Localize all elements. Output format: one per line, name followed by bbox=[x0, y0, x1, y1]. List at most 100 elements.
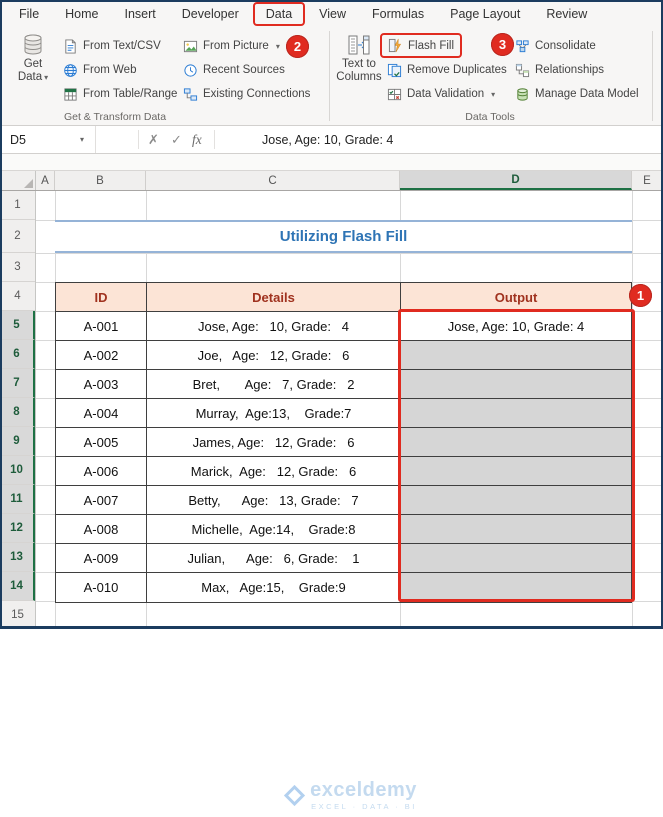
cell-id[interactable]: A-006 bbox=[56, 457, 147, 486]
cell-id[interactable]: A-005 bbox=[56, 428, 147, 457]
ribbon-tab[interactable]: Formulas bbox=[359, 2, 437, 26]
cell-output[interactable] bbox=[401, 515, 631, 544]
row-header[interactable]: 3 bbox=[0, 253, 35, 282]
cell-output[interactable] bbox=[401, 486, 631, 515]
cell-output[interactable] bbox=[401, 544, 631, 573]
remove-duplicates-button[interactable]: Remove Duplicates bbox=[384, 59, 510, 81]
group-divider bbox=[329, 31, 330, 121]
ribbon-tab[interactable]: View bbox=[306, 2, 359, 26]
cell-output[interactable] bbox=[401, 341, 631, 370]
from-table-range-button[interactable]: From Table/Range bbox=[60, 83, 180, 105]
manage-data-model-button[interactable]: Manage Data Model bbox=[512, 83, 642, 105]
select-all-corner[interactable] bbox=[0, 171, 36, 190]
cell-details[interactable]: James, Age: 12, Grade: 6 bbox=[147, 428, 401, 457]
cell-output[interactable] bbox=[401, 370, 631, 399]
cell-details[interactable]: Bret, Age: 7, Grade: 2 bbox=[147, 370, 401, 399]
column-header[interactable]: B bbox=[55, 171, 146, 190]
row-header[interactable]: 10 bbox=[0, 456, 35, 485]
column-header[interactable]: D bbox=[400, 171, 632, 190]
cell-details[interactable]: Murray, Age:13, Grade:7 bbox=[147, 399, 401, 428]
get-data-label-2: Data ▾ bbox=[17, 71, 49, 83]
cell-output[interactable] bbox=[401, 573, 631, 602]
header-cell-id[interactable]: ID bbox=[56, 283, 147, 312]
cell-id[interactable]: A-010 bbox=[56, 573, 147, 602]
from-web-label: From Web bbox=[83, 64, 137, 76]
cell-id[interactable]: A-008 bbox=[56, 515, 147, 544]
cell-id[interactable]: A-004 bbox=[56, 399, 147, 428]
cell-id[interactable]: A-003 bbox=[56, 370, 147, 399]
from-picture-button[interactable]: From Picture ▾ bbox=[180, 35, 283, 57]
flash-fill-icon bbox=[388, 38, 403, 53]
flash-fill-button[interactable]: Flash Fill bbox=[380, 33, 463, 58]
cell-details[interactable]: Michelle, Age:14, Grade:8 bbox=[147, 515, 401, 544]
sheet-title: Utilizing Flash Fill bbox=[55, 220, 632, 253]
cell-details[interactable]: Joe, Age: 12, Grade: 6 bbox=[147, 341, 401, 370]
row-header[interactable]: 15 bbox=[0, 601, 35, 629]
formula-input[interactable]: Jose, Age: 10, Grade: 4 bbox=[262, 126, 393, 153]
row-header[interactable]: 13 bbox=[0, 543, 35, 572]
ribbon-tab[interactable]: Data bbox=[252, 1, 306, 26]
row-header[interactable]: 8 bbox=[0, 398, 35, 427]
ribbon-tab[interactable]: Insert bbox=[112, 2, 169, 26]
get-data-button[interactable]: Get Data ▾ bbox=[8, 30, 58, 108]
relationships-button[interactable]: Relationships bbox=[512, 59, 607, 81]
consolidate-label: Consolidate bbox=[535, 40, 596, 52]
column-header[interactable]: C bbox=[146, 171, 400, 190]
ribbon: Get Data ▾ From Text/CSV From Web From Ta… bbox=[0, 27, 663, 126]
group-label-data-tools: Data Tools bbox=[465, 111, 515, 123]
row-header[interactable]: 11 bbox=[0, 485, 35, 514]
table-row: A-002 Joe, Age: 12, Grade: 6 bbox=[56, 341, 631, 370]
gridline bbox=[36, 253, 663, 254]
cell-output[interactable] bbox=[401, 457, 631, 486]
insert-function-icon[interactable]: fx bbox=[192, 126, 202, 153]
globe-icon bbox=[63, 63, 78, 78]
row-header[interactable]: 1 bbox=[0, 191, 35, 220]
column-header[interactable]: E bbox=[632, 171, 663, 190]
table-row: A-010 Max, Age:15, Grade:9 bbox=[56, 573, 631, 602]
from-text-csv-button[interactable]: From Text/CSV bbox=[60, 35, 164, 57]
text-to-columns-label-1: Text to bbox=[342, 58, 376, 70]
cell-details[interactable]: Julian, Age: 6, Grade: 1 bbox=[147, 544, 401, 573]
cell-details[interactable]: Betty, Age: 13, Grade: 7 bbox=[147, 486, 401, 515]
column-header[interactable]: A bbox=[36, 171, 55, 190]
cell-id[interactable]: A-007 bbox=[56, 486, 147, 515]
existing-connections-button[interactable]: Existing Connections bbox=[180, 83, 313, 105]
row-header[interactable]: 7 bbox=[0, 369, 35, 398]
row-header[interactable]: 4 bbox=[0, 282, 35, 311]
consolidate-button[interactable]: Consolidate bbox=[512, 35, 599, 57]
cancel-icon[interactable]: ✗ bbox=[148, 126, 159, 153]
cell-details[interactable]: Marick, Age: 12, Grade: 6 bbox=[147, 457, 401, 486]
ribbon-tab[interactable]: Home bbox=[52, 2, 111, 26]
cell-details[interactable]: Max, Age:15, Grade:9 bbox=[147, 573, 401, 602]
row-header[interactable]: 14 bbox=[0, 572, 35, 601]
row-header[interactable]: 6 bbox=[0, 340, 35, 369]
name-box[interactable]: D5 ▾ bbox=[0, 126, 96, 153]
cell-id[interactable]: A-009 bbox=[56, 544, 147, 573]
row-header[interactable]: 2 bbox=[0, 220, 35, 253]
cell-details[interactable]: Jose, Age: 10, Grade: 4 bbox=[147, 312, 401, 341]
cell-output[interactable] bbox=[401, 428, 631, 457]
ribbon-tab[interactable]: Page Layout bbox=[437, 2, 533, 26]
chevron-down-icon: ▾ bbox=[275, 41, 280, 51]
header-cell-output[interactable]: Output bbox=[401, 283, 631, 312]
enter-icon[interactable]: ✓ bbox=[171, 126, 182, 153]
header-cell-details[interactable]: Details bbox=[147, 283, 401, 312]
text-to-columns-button[interactable]: Text to Columns bbox=[334, 30, 384, 108]
data-validation-button[interactable]: Data Validation ▾ bbox=[384, 83, 498, 105]
ribbon-tab[interactable]: Developer bbox=[169, 2, 252, 26]
ribbon-tab[interactable]: Review bbox=[533, 2, 600, 26]
from-web-button[interactable]: From Web bbox=[60, 59, 139, 81]
cell-output[interactable] bbox=[401, 399, 631, 428]
data-validation-label: Data Validation bbox=[407, 88, 485, 100]
cell-id[interactable]: A-001 bbox=[56, 312, 147, 341]
recent-sources-button[interactable]: Recent Sources bbox=[180, 59, 288, 81]
cell-id[interactable]: A-002 bbox=[56, 341, 147, 370]
table-row: A-006 Marick, Age: 12, Grade: 6 bbox=[56, 457, 631, 486]
cell-output[interactable]: Jose, Age: 10, Grade: 4 bbox=[401, 312, 631, 341]
row-header[interactable]: 9 bbox=[0, 427, 35, 456]
ribbon-tab[interactable]: File bbox=[6, 2, 52, 26]
row-header[interactable]: 12 bbox=[0, 514, 35, 543]
connections-icon bbox=[183, 87, 198, 102]
sheet-grid[interactable]: Utilizing Flash Fill ID Details Output A… bbox=[36, 191, 663, 810]
row-header[interactable]: 5 bbox=[0, 311, 35, 340]
